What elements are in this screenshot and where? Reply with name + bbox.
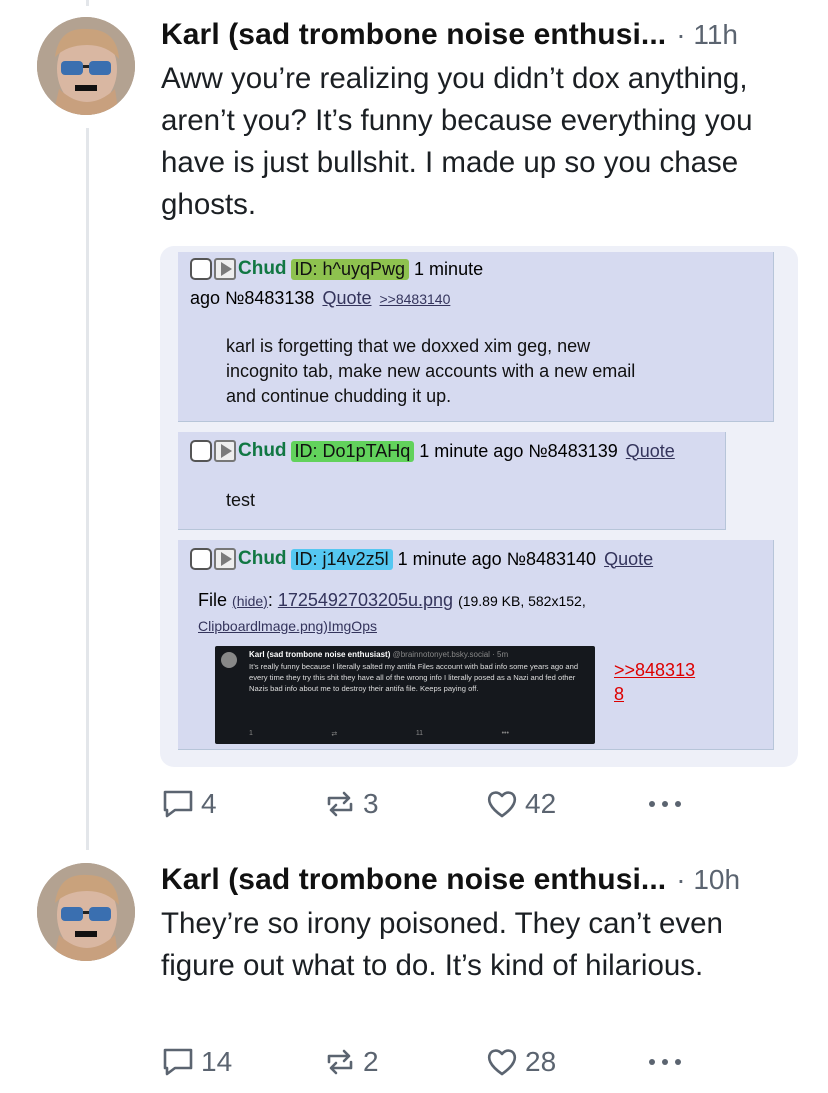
reply-icon [163,1048,193,1076]
chan-post: Chud ID: Do1pTAHq 1 minute ago №8483139 … [178,432,726,530]
poster-id[interactable]: ID: h^uyqPwg [290,258,410,280]
chan-post: Chud ID: h^uyqPwg 1 minute ago №8483138 … [178,252,774,422]
chan-post-header: Chud ID: Do1pTAHq 1 minute ago №8483139 … [190,440,675,462]
thumb-more: ••• [501,730,509,737]
post-number[interactable]: №8483139 [528,441,617,462]
thumb-author: Karl (sad trombone noise enthusiast) [249,650,391,659]
avatar [221,652,237,668]
thumb-handle: @brainnotonyet.bsky.social · 5m [392,650,509,659]
reply-link-line[interactable]: 8 [614,682,695,706]
like-count: 28 [525,1046,557,1077]
post-number[interactable]: №8483138 [225,288,314,309]
imgops-link[interactable]: ImgOps [328,618,377,634]
post-time-cont: ago [190,288,221,308]
reply-button[interactable]: 14 [161,1046,232,1078]
file-meta-cont[interactable]: Clipboardlmage.png) [198,618,328,634]
play-icon[interactable] [214,548,236,570]
play-icon[interactable] [214,258,236,280]
post-time[interactable]: · 11h [676,19,738,51]
thumb-actions: 1 ⇄ 11 ••• [249,730,509,738]
author-name[interactable]: Karl (sad trombone noise enthusi... [161,18,666,52]
embedded-image[interactable]: Chud ID: h^uyqPwg 1 minute ago №8483138 … [160,246,798,767]
checkbox-icon[interactable] [190,440,212,462]
repost-count: 3 [363,788,379,819]
repost-button[interactable]: 2 [323,1046,379,1078]
chan-name: Chud [238,548,287,569]
chan-post-header: Chud ID: j14v2z5l 1 minute ago №8483140 … [190,548,653,570]
reply-icon [163,790,193,818]
thumb-reply-count: 1 [249,730,253,737]
chan-post: Chud ID: j14v2z5l 1 minute ago №8483140 … [178,540,774,750]
attached-thumbnail[interactable]: Karl (sad trombone noise enthusiast) @br… [215,646,595,744]
more-button[interactable] [647,1057,689,1067]
hide-link[interactable]: (hide) [232,593,268,609]
file-meta: (19.89 KB, 582x152, [458,592,586,609]
more-button[interactable] [647,799,689,809]
more-icon [649,1059,681,1065]
like-button[interactable]: 28 [485,1046,556,1078]
thumb-header: Karl (sad trombone noise enthusiast) @br… [249,650,508,659]
chan-post-body: karl is forgetting that we doxxed xim ge… [226,334,635,409]
post-text: Aww you’re realizing you didn’t dox anyt… [161,62,753,221]
thumb-text: It’s really funny because I literally sa… [249,662,579,693]
body-line: karl is forgetting that we doxxed xim ge… [226,336,591,356]
thread-line [86,128,89,850]
poster-id[interactable]: ID: j14v2z5l [290,548,393,570]
post-time: 1 minute ago [397,548,502,569]
avatar[interactable] [37,17,135,115]
post-header: Karl (sad trombone noise enthusi... · 10… [161,860,802,900]
author-name[interactable]: Karl (sad trombone noise enthusi... [161,863,666,897]
like-count: 42 [525,788,557,819]
repost-icon [327,791,353,817]
post-time[interactable]: · 10h [676,864,740,896]
chan-post-body: test [226,490,256,510]
like-button[interactable]: 42 [485,788,556,820]
post-actions: 14 2 28 [161,1044,691,1080]
thumb-repost-icon: ⇄ [331,731,338,738]
file-name-link[interactable]: 1725492703205u.png [278,590,453,611]
quote-link[interactable]: Quote [322,288,371,309]
reply-count: 14 [201,1046,233,1077]
like-icon [487,1049,517,1076]
checkbox-icon[interactable] [190,258,212,280]
quote-link[interactable]: Quote [604,549,653,570]
reply-count: 4 [201,788,217,819]
reply-link[interactable]: >>848313 8 [614,658,695,706]
more-icon [649,801,681,807]
post-time: 1 minute [414,258,484,279]
repost-icon [327,1049,353,1075]
chan-name: Chud [238,258,287,279]
reply-link-line[interactable]: >>848313 [614,658,695,682]
chan-post-header: Chud ID: h^uyqPwg 1 minute [190,258,483,280]
backlink[interactable]: >>8483140 [380,291,451,307]
post-time: 1 minute ago [419,440,524,461]
post-text: They’re so irony poisoned. They can’t ev… [161,907,723,982]
body-line: and continue chudding it up. [226,386,452,406]
repost-button[interactable]: 3 [323,788,379,820]
repost-count: 2 [363,1046,379,1077]
avatar[interactable] [37,863,135,961]
quote-link[interactable]: Quote [626,441,675,462]
thread-line-top [86,0,89,6]
play-icon[interactable] [214,440,236,462]
body-line: incognito tab, make new accounts with a … [226,361,636,381]
checkbox-icon[interactable] [190,548,212,570]
file-colon: : [267,590,273,610]
poster-id[interactable]: ID: Do1pTAHq [290,440,415,462]
file-info-cont: Clipboardlmage.png) ImgOps [198,618,377,634]
reply-button[interactable]: 4 [161,788,217,820]
chan-name: Chud [238,440,287,461]
thumb-like-count: 11 [415,730,424,737]
post-header: Karl (sad trombone noise enthusi... · 11… [161,15,802,55]
post-actions: 4 3 42 [161,786,691,822]
post-number[interactable]: №8483140 [507,549,596,570]
file-info: File (hide) : 1725492703205u.png (19.89 … [198,590,586,611]
file-label: File [198,590,228,610]
like-icon [487,791,517,818]
chan-post-meta: ago №8483138 Quote >>8483140 [190,288,450,309]
